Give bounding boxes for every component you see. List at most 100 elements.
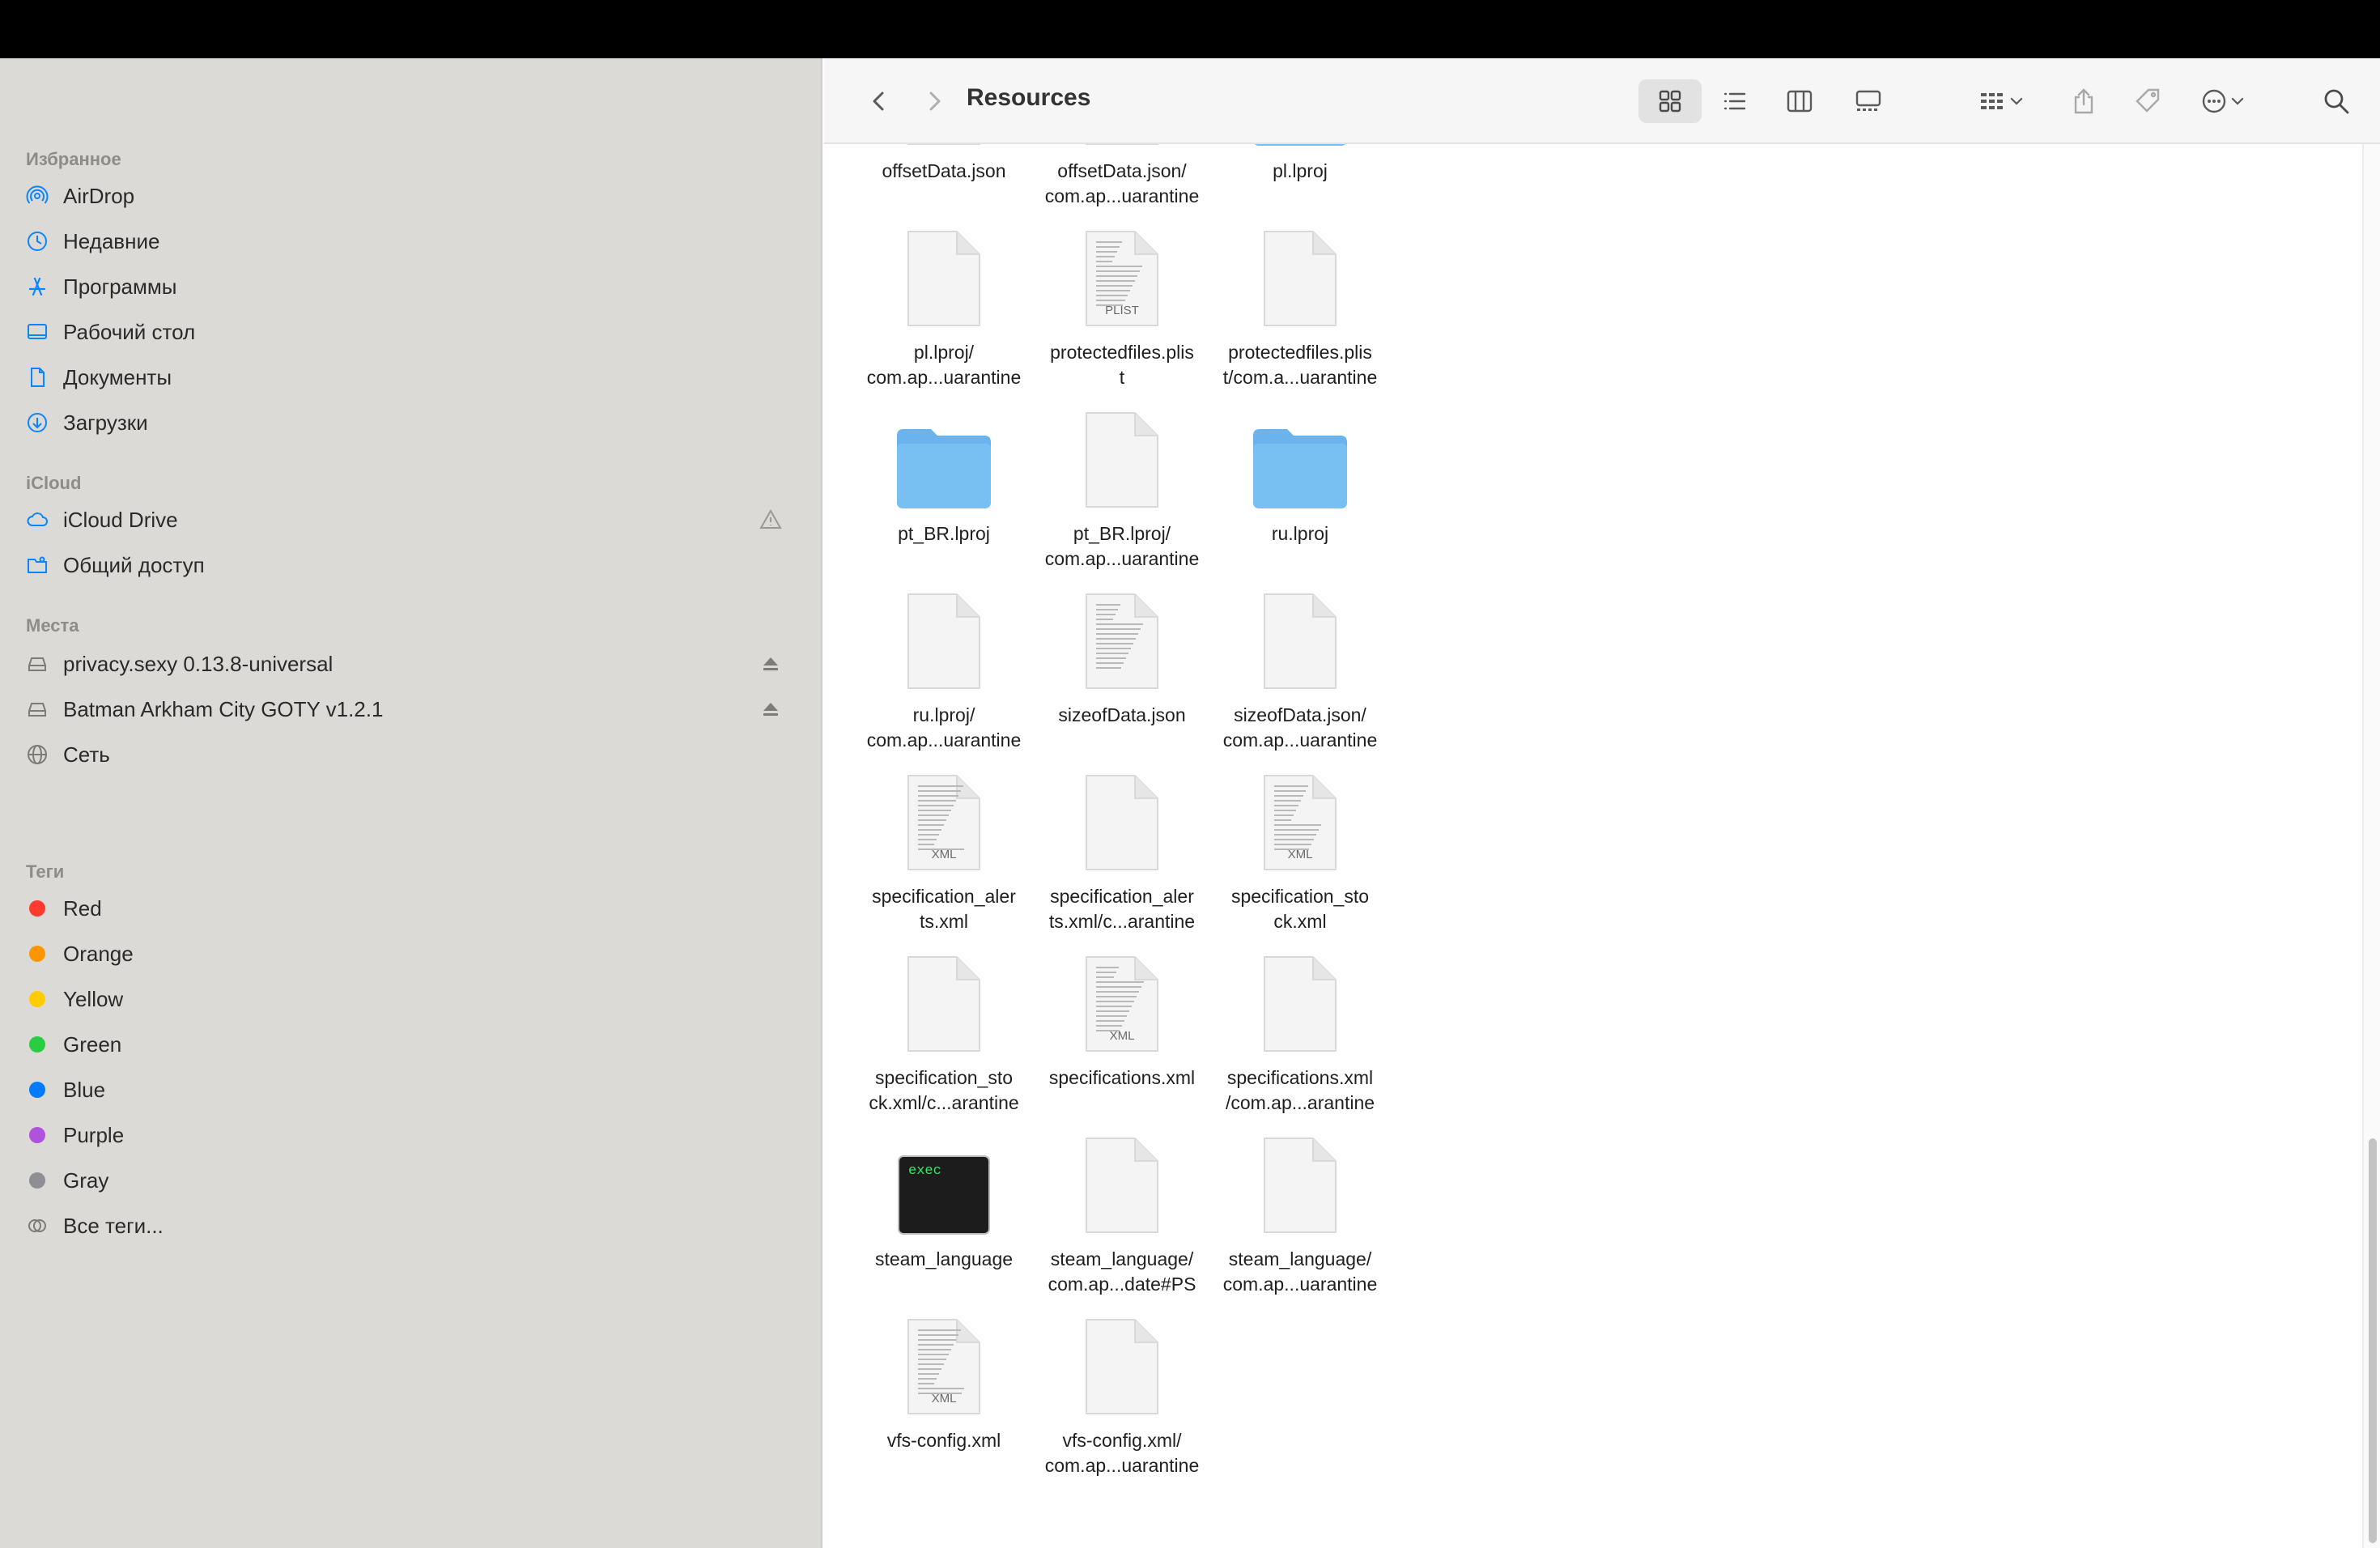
file-item[interactable]: pt_BR.lproj/ com.ap...uarantine — [1033, 410, 1211, 588]
file-item[interactable]: protectedfiles.plis t/com.a...uarantine — [1211, 228, 1389, 406]
file-item[interactable]: steam_language/ com.ap...date#PS — [1033, 1135, 1211, 1313]
sidebar-item-icloud-drive[interactable]: iCloud Drive — [24, 499, 801, 541]
sidebar-item-downloads[interactable]: Загрузки — [24, 402, 801, 444]
document-icon — [1033, 772, 1211, 873]
more-actions-button[interactable] — [2189, 79, 2257, 123]
sidebar-item-label: Orange — [63, 941, 134, 966]
file-item[interactable]: PLIST protectedfiles.plis t — [1033, 228, 1211, 406]
file-item[interactable]: vfs-config.xml/ com.ap...uarantine — [1033, 1316, 1211, 1495]
sidebar-all-tags[interactable]: Все теги... — [24, 1205, 801, 1247]
file-item[interactable]: XML specification_aler ts.xml — [855, 772, 1033, 950]
shared-folder-icon — [24, 552, 50, 578]
file-type-badge: XML — [932, 848, 957, 861]
sidebar-item-applications[interactable]: Программы — [24, 266, 801, 308]
file-item[interactable]: steam_language/ com.ap...uarantine — [1211, 1135, 1389, 1313]
sidebar-tag-orange[interactable]: Orange — [24, 933, 801, 975]
tag-icon — [2136, 88, 2160, 113]
finder-window: Избранное AirDrop Недавние Программы Раб… — [0, 58, 2380, 1548]
gallery-view-button[interactable] — [1838, 79, 1899, 123]
document-icon — [855, 954, 1033, 1054]
sidebar-item-label: Рабочий стол — [63, 319, 196, 344]
file-name: specifications.xml /com.ap...arantine — [1225, 1067, 1375, 1113]
disk-icon — [24, 696, 50, 722]
eject-icon[interactable] — [759, 653, 782, 675]
warning-icon[interactable] — [759, 508, 782, 531]
window-title: Resources — [967, 84, 1091, 111]
sidebar-item-label: Документы — [63, 364, 172, 389]
chevron-down-icon — [2010, 97, 2023, 105]
file-item[interactable]: sizeofData.json/ com.ap...uarantine — [1211, 591, 1389, 769]
file-item[interactable]: XML specification_sto ck.xml — [1211, 772, 1389, 950]
icon-view-button[interactable] — [1638, 79, 1702, 123]
sidebar-item-shared[interactable]: Общий доступ — [24, 544, 801, 586]
file-item[interactable]: ru.lproj/ com.ap...uarantine — [855, 591, 1033, 769]
disk-icon — [24, 651, 50, 677]
sidebar-item-documents[interactable]: Документы — [24, 356, 801, 398]
sidebar-item-airdrop[interactable]: AirDrop — [24, 175, 801, 217]
file-name: offsetData.json/ com.ap...uarantine — [1044, 160, 1200, 206]
back-button[interactable] — [858, 79, 900, 123]
sidebar-item-label: Purple — [63, 1122, 125, 1147]
share-button[interactable] — [2061, 79, 2106, 123]
vertical-scrollbar[interactable] — [2362, 144, 2380, 1548]
sidebar-item-label: Batman Arkham City GOTY v1.2.1 — [63, 696, 384, 721]
file-item[interactable]: offsetData.json — [855, 144, 1033, 225]
sidebar-tag-gray[interactable]: Gray — [24, 1159, 801, 1201]
sidebar-item-network[interactable]: Сеть — [24, 734, 801, 776]
file-type-badge: XML — [932, 1392, 957, 1406]
column-view-button[interactable] — [1771, 79, 1828, 123]
file-item[interactable]: pl.lproj/ com.ap...uarantine — [855, 228, 1033, 406]
eject-icon[interactable] — [759, 698, 782, 721]
sidebar-item-label: Все теги... — [63, 1213, 164, 1238]
menu-bar — [0, 0, 2380, 58]
folder-icon — [1211, 410, 1389, 510]
file-item[interactable]: ru.lproj — [1211, 410, 1389, 588]
sidebar-item-label: Yellow — [63, 986, 124, 1011]
sidebar-tag-blue[interactable]: Blue — [24, 1069, 801, 1111]
document-icon: XML — [1033, 954, 1211, 1054]
document-icon — [1211, 228, 1389, 329]
group-by-button[interactable] — [1966, 79, 2038, 123]
file-item[interactable]: specification_sto ck.xml/c...arantine — [855, 954, 1033, 1132]
sidebar-tag-red[interactable]: Red — [24, 887, 801, 929]
main-pane: Resources offsetData.json offsetData.jso… — [824, 58, 2380, 1548]
sidebar-item-label: privacy.sexy 0.13.8-universal — [63, 651, 334, 676]
tag-button[interactable] — [2126, 79, 2171, 123]
file-item[interactable]: specification_aler ts.xml/c...arantine — [1033, 772, 1211, 950]
forward-button[interactable] — [913, 79, 955, 123]
sidebar-item-label: Green — [63, 1031, 122, 1057]
ellipsis-circle-icon — [2202, 89, 2226, 113]
sidebar-item-disk-batman[interactable]: Batman Arkham City GOTY v1.2.1 — [24, 688, 801, 730]
sidebar-item-label: Сеть — [63, 742, 110, 767]
sidebar-item-desktop[interactable]: Рабочий стол — [24, 311, 801, 353]
file-item[interactable]: XML vfs-config.xml — [855, 1316, 1033, 1495]
sidebar-section-favorites: Избранное — [26, 149, 121, 169]
file-name: specifications.xml — [1048, 1067, 1196, 1088]
file-item[interactable]: offsetData.json/ com.ap...uarantine — [1033, 144, 1211, 225]
sidebar-tag-green[interactable]: Green — [24, 1023, 801, 1065]
sidebar-item-label: Blue — [63, 1077, 106, 1102]
columns-icon — [1787, 90, 1813, 113]
document-icon — [1033, 591, 1211, 691]
sidebar-item-label: Загрузки — [63, 410, 148, 435]
file-name: sizeofData.json/ com.ap...uarantine — [1222, 704, 1378, 751]
search-button[interactable] — [2312, 79, 2361, 123]
sidebar-item-recents[interactable]: Недавние — [24, 220, 801, 262]
airdrop-icon — [24, 183, 50, 209]
document-icon: XML — [855, 1316, 1033, 1417]
sidebar-item-disk-privacy[interactable]: privacy.sexy 0.13.8-universal — [24, 643, 801, 685]
file-item[interactable]: specifications.xml /com.ap...arantine — [1211, 954, 1389, 1132]
file-item[interactable]: exec steam_language — [855, 1135, 1033, 1313]
file-item[interactable]: XML specifications.xml — [1033, 954, 1211, 1132]
sidebar-tag-yellow[interactable]: Yellow — [24, 978, 801, 1020]
document-icon — [1033, 1316, 1211, 1417]
sidebar-tag-purple[interactable]: Purple — [24, 1114, 801, 1156]
file-item[interactable]: sizeofData.json — [1033, 591, 1211, 769]
list-view-button[interactable] — [1706, 79, 1763, 123]
scroll-thumb[interactable] — [2369, 1138, 2377, 1543]
file-item[interactable]: pl.lproj — [1211, 144, 1389, 225]
file-item[interactable]: pt_BR.lproj — [855, 410, 1033, 588]
file-type-badge: XML — [1110, 1029, 1135, 1043]
sidebar-section-locations: Места — [26, 615, 79, 636]
folder-icon — [1211, 144, 1389, 147]
